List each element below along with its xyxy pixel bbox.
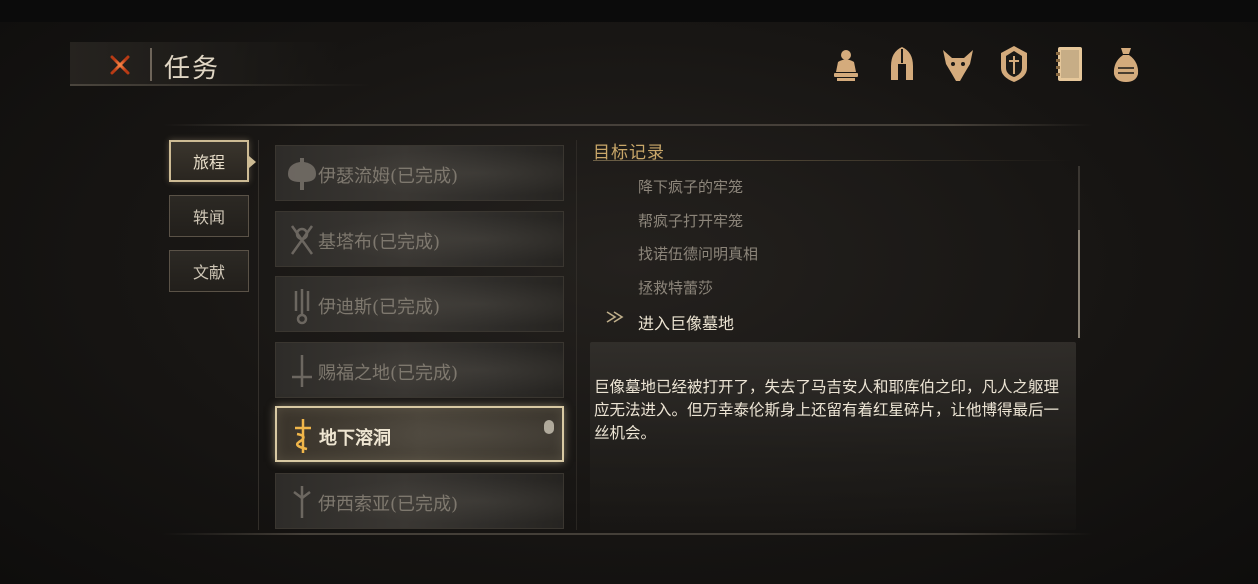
top-shadow bbox=[0, 0, 1258, 22]
current-objective-arrow-icon bbox=[606, 311, 624, 323]
character-statue-icon[interactable] bbox=[826, 44, 866, 84]
quest-label: 赐福之地(已完成) bbox=[318, 363, 459, 384]
quest-marker-icon bbox=[544, 420, 554, 434]
objective-item: 降下疯子的牢笼 bbox=[638, 178, 744, 196]
tab-documents[interactable]: 文献 bbox=[169, 250, 249, 292]
quest-description: 巨像墓地已经被打开了，失去了马吉安人和耶库伯之印，凡人之躯理应无法进入。但万幸泰… bbox=[594, 378, 1060, 442]
journal-book-icon[interactable] bbox=[1050, 44, 1090, 84]
quest-label: 地下溶洞 bbox=[319, 428, 391, 449]
objective-item: 帮疯子打开牢笼 bbox=[638, 212, 744, 230]
shield-crest-icon[interactable] bbox=[994, 44, 1034, 84]
tab-anecdotes-label: 轶闻 bbox=[192, 208, 225, 227]
quest-item-idis[interactable]: 伊迪斯(已完成) bbox=[275, 276, 564, 332]
quest-item-isisoya[interactable]: 伊西索亚(已完成) bbox=[275, 473, 564, 529]
tab-documents-label: 文献 bbox=[192, 263, 225, 282]
objective-item: 找诺伍德问明真相 bbox=[638, 245, 759, 263]
objective-item-current: 进入巨像墓地 bbox=[638, 314, 735, 333]
sword-emblem-icon bbox=[284, 351, 320, 391]
objective-item: 拯救特蕾莎 bbox=[638, 279, 714, 297]
objectives-scrollbar-thumb[interactable] bbox=[1078, 230, 1080, 338]
quest-label: 基塔布(已完成) bbox=[318, 232, 441, 253]
category-divider bbox=[258, 140, 259, 530]
coin-pouch-icon[interactable] bbox=[1106, 44, 1146, 84]
quest-item-blessed-land[interactable]: 赐福之地(已完成) bbox=[275, 342, 564, 398]
axe-emblem-icon bbox=[284, 154, 320, 194]
objectives-underline bbox=[593, 160, 1073, 161]
quest-label: 伊西索亚(已完成) bbox=[318, 494, 459, 515]
panel-top-border bbox=[163, 124, 1093, 126]
tab-journey[interactable]: 旅程 bbox=[169, 140, 249, 182]
panel-bottom-border bbox=[163, 533, 1093, 535]
beast-mask-icon[interactable] bbox=[938, 44, 978, 84]
close-x-icon bbox=[110, 55, 130, 75]
tab-journey-label: 旅程 bbox=[192, 153, 225, 172]
staff-emblem-icon bbox=[284, 482, 320, 522]
helmet-icon[interactable] bbox=[882, 44, 922, 84]
quest-label: 伊瑟流姆(已完成) bbox=[318, 166, 459, 187]
active-tab-pointer-icon bbox=[249, 156, 256, 168]
header-separator bbox=[150, 48, 152, 81]
tab-anecdotes[interactable]: 轶闻 bbox=[169, 195, 249, 237]
quest-item-kitab[interactable]: 基塔布(已完成) bbox=[275, 211, 564, 267]
quest-item-isolum[interactable]: 伊瑟流姆(已完成) bbox=[275, 145, 564, 201]
crossed-swords-emblem-icon bbox=[284, 220, 320, 260]
close-button[interactable] bbox=[106, 51, 134, 79]
quest-label: 伊迪斯(已完成) bbox=[318, 297, 441, 318]
list-divider bbox=[576, 140, 577, 530]
page-title: 任务 bbox=[164, 54, 221, 84]
quest-item-underground-cavern[interactable]: 地下溶洞 bbox=[275, 406, 564, 462]
serpent-dagger-emblem-icon bbox=[285, 416, 321, 456]
trident-emblem-icon bbox=[284, 285, 320, 325]
